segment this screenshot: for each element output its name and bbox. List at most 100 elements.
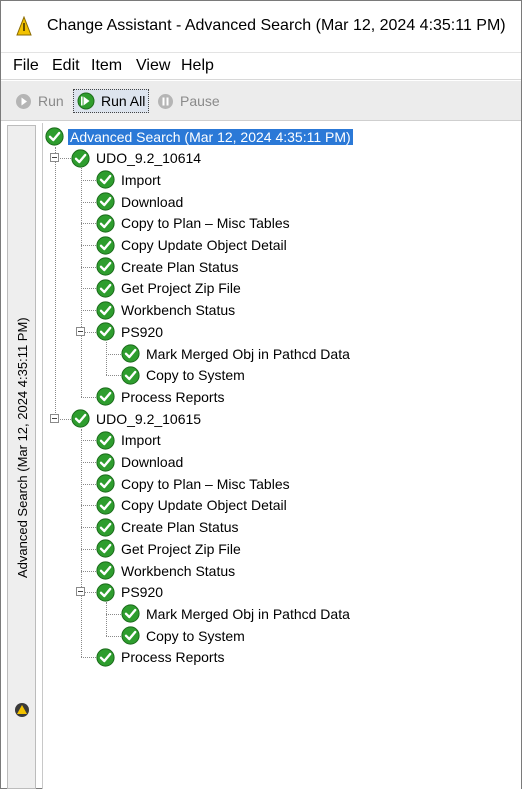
collapse-toggle[interactable] [75, 326, 85, 336]
collapse-toggle[interactable] [49, 413, 59, 423]
tree-step-copy-update-object-detail[interactable]: Copy Update Object Detail [96, 235, 289, 256]
tree-step-import[interactable]: Import [96, 430, 163, 451]
success-check-icon [96, 517, 115, 537]
tree-node-label: Advanced Search (Mar 12, 2024 4:35:11 PM… [68, 128, 353, 145]
collapse-toggle[interactable] [49, 153, 59, 163]
tree-step-copy-to-plan-misc-tables[interactable]: Copy to Plan – Misc Tables [96, 213, 292, 234]
success-check-icon [121, 626, 140, 645]
tree-node-label: Create Plan Status [121, 258, 239, 275]
tree-connector [80, 288, 96, 290]
tree-connector [80, 440, 96, 442]
tree-step-workbench-status[interactable]: Workbench Status [96, 300, 237, 321]
tree-node-label: UDO_9.2_10614 [96, 150, 202, 167]
tree-step-copy-to-system[interactable]: Copy to System [121, 365, 247, 386]
tree-step-create-plan-status[interactable]: Create Plan Status [96, 517, 241, 538]
change-assistant-logo-icon [15, 703, 29, 717]
run-all-label: Run All [101, 93, 146, 109]
tree-step-import[interactable]: Import [96, 169, 163, 190]
run-all-icon [77, 92, 95, 110]
success-check-icon [96, 648, 115, 667]
tree-connector [80, 527, 96, 529]
tree-node-label: Copy to System [146, 367, 245, 384]
tree-step-process-reports[interactable]: Process Reports [96, 386, 226, 407]
tree-node-label: Import [121, 432, 161, 449]
success-check-icon [96, 257, 115, 276]
tree-connector [105, 602, 107, 636]
tree-connector [105, 613, 121, 615]
menu-file[interactable]: File [13, 57, 39, 75]
tree-node-label: Workbench Status [121, 302, 236, 319]
success-check-icon [96, 322, 115, 341]
tree-step-process-reports[interactable]: Process Reports [96, 647, 226, 668]
tree-node-label: Create Plan Status [121, 519, 239, 536]
success-check-icon [96, 431, 115, 450]
success-check-icon [96, 496, 115, 515]
tree-step-mark-merged-obj-in-pathcd-data[interactable]: Mark Merged Obj in Pathcd Data [121, 343, 352, 364]
success-check-icon [96, 452, 115, 472]
tree-step-download[interactable]: Download [96, 191, 185, 212]
tree-node-label: Mark Merged Obj in Pathcd Data [146, 605, 350, 622]
tree-connector [80, 548, 96, 550]
app-logo-icon [16, 16, 32, 36]
menu-bar: File Edit Item View Help [1, 52, 521, 80]
tree-connector [80, 570, 96, 572]
tree-node-label: Mark Merged Obj in Pathcd Data [146, 345, 350, 362]
tree-root-advanced-search[interactable]: Advanced Search (Mar 12, 2024 4:35:11 PM… [45, 126, 353, 147]
tree-connector [105, 353, 121, 355]
tree-node-udo-9-2-10614[interactable]: UDO_9.2_10614 [71, 148, 203, 169]
success-check-icon [96, 170, 115, 189]
tree-step-workbench-status[interactable]: Workbench Status [96, 560, 237, 581]
tree-step-download[interactable]: Download [96, 452, 185, 473]
tree-step-create-plan-status[interactable]: Create Plan Status [96, 256, 241, 277]
success-check-icon [45, 127, 64, 146]
tree-step-get-project-zip-file[interactable]: Get Project Zip File [96, 538, 243, 559]
success-check-icon [96, 561, 115, 580]
pause-label: Pause [180, 93, 220, 109]
tree-step-copy-update-object-detail[interactable]: Copy Update Object Detail [96, 495, 289, 516]
tree-connector [80, 483, 96, 485]
title-bar[interactable]: Change Assistant - Advanced Search (Mar … [1, 1, 521, 51]
tree-connector [54, 146, 56, 419]
run-label: Run [38, 93, 64, 109]
tree-node-label: UDO_9.2_10615 [96, 410, 202, 427]
pause-button[interactable]: Pause [157, 90, 220, 112]
tree-step-get-project-zip-file[interactable]: Get Project Zip File [96, 278, 243, 299]
window-title: Change Assistant - Advanced Search (Mar … [47, 17, 506, 34]
success-check-icon [96, 583, 115, 602]
tree-node-ps920[interactable]: PS920 [96, 582, 165, 603]
success-check-icon [96, 214, 115, 233]
collapse-toggle[interactable] [75, 587, 85, 597]
success-check-icon [96, 235, 115, 255]
tree-node-label: Process Reports [121, 388, 225, 405]
menu-item[interactable]: Item [91, 57, 122, 75]
tree-connector [80, 657, 96, 659]
success-check-icon [121, 366, 140, 385]
success-check-icon [96, 279, 115, 298]
tree-connector [80, 223, 96, 225]
tree-node-label: Copy to System [146, 627, 245, 644]
pause-icon [158, 93, 173, 109]
menu-edit[interactable]: Edit [52, 57, 80, 75]
tree-step-copy-to-system[interactable]: Copy to System [121, 625, 247, 646]
tree-node-udo-9-2-10615[interactable]: UDO_9.2_10615 [71, 408, 203, 429]
tree-node-label: Process Reports [121, 649, 225, 666]
menu-help[interactable]: Help [181, 57, 214, 75]
run-button[interactable]: Run [15, 90, 64, 112]
tree-node-label: Copy Update Object Detail [121, 237, 287, 253]
tree-connector [80, 310, 96, 312]
success-check-icon [71, 409, 90, 428]
tree-node-ps920[interactable]: PS920 [96, 321, 165, 342]
side-tab-advanced-search[interactable]: Advanced Search (Mar 12, 2024 4:35:11 PM… [15, 317, 30, 578]
run-all-button[interactable]: Run All [73, 89, 150, 113]
tree-node-label: Workbench Status [121, 562, 236, 579]
tree-step-mark-merged-obj-in-pathcd-data[interactable]: Mark Merged Obj in Pathcd Data [121, 603, 352, 624]
menu-view[interactable]: View [136, 57, 170, 75]
success-check-icon [121, 344, 140, 363]
tree-node-label: Copy to Plan – Misc Tables [121, 215, 290, 232]
tree-step-copy-to-plan-misc-tables[interactable]: Copy to Plan – Misc Tables [96, 473, 292, 494]
tree-connector [80, 201, 96, 203]
tree-node-label: Get Project Zip File [121, 540, 241, 557]
tree-node-label: Get Project Zip File [121, 280, 241, 297]
tree-connector [105, 635, 121, 637]
tree-node-label: Copy Update Object Detail [121, 497, 287, 514]
